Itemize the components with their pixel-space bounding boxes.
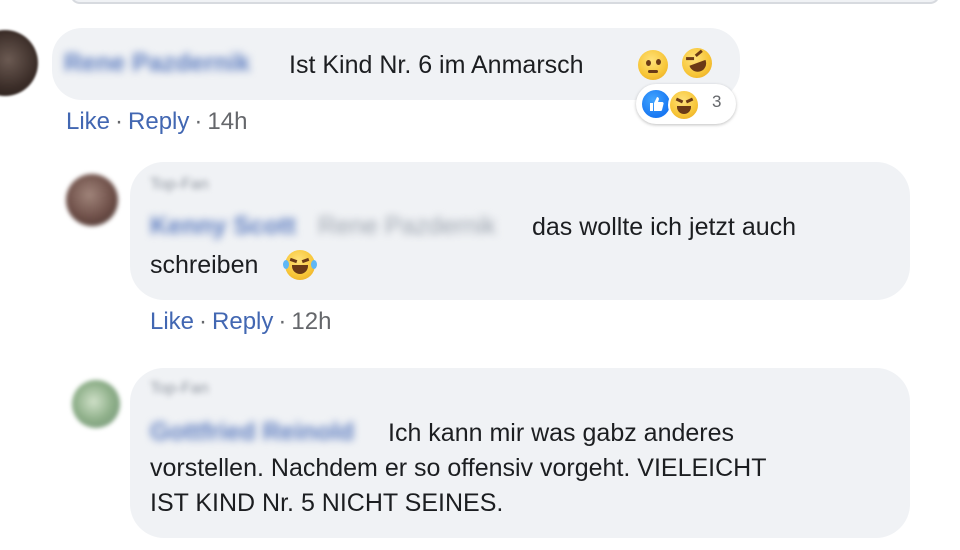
like-link[interactable]: Like xyxy=(66,108,110,135)
laughing-tears-emoji xyxy=(283,250,317,280)
like-link[interactable]: Like xyxy=(150,308,194,335)
commenter-avatar[interactable] xyxy=(0,30,38,96)
timestamp[interactable]: 12h xyxy=(291,308,331,335)
haha-reaction-icon xyxy=(668,89,700,121)
reply-text-line-1: Ich kann mir was gabz anderes xyxy=(388,419,735,447)
separator-dot: · xyxy=(199,308,208,335)
commenter-name-redacted[interactable]: Rene Pazdernik xyxy=(64,49,250,78)
reply-author-redacted[interactable]: Kenny Scott xyxy=(150,212,296,241)
comment-actions: Like · Reply · 14h xyxy=(66,108,247,136)
reaction-count: 3 xyxy=(712,92,722,111)
reply-author-redacted[interactable]: Gottfried Reinold xyxy=(150,418,354,447)
reply-actions: Like · Reply · 12h xyxy=(150,308,331,336)
reply-avatar[interactable] xyxy=(72,380,120,428)
timestamp[interactable]: 14h xyxy=(207,108,247,135)
reply-link[interactable]: Reply xyxy=(212,308,273,335)
reaction-summary[interactable]: 3 xyxy=(636,84,736,124)
separator-dot: · xyxy=(194,108,203,135)
reply-link[interactable]: Reply xyxy=(128,108,189,135)
top-fan-badge: Top-Fan xyxy=(150,176,209,193)
reply-text-line-2: vorstellen. Nachdem er so offensiv vorge… xyxy=(150,454,767,482)
reply-text-line-1: das wollte ich jetzt auch xyxy=(532,213,797,241)
reply-avatar[interactable] xyxy=(66,174,118,226)
previous-comment-edge xyxy=(70,0,940,4)
top-fan-badge: Top-Fan xyxy=(150,380,209,397)
reply-text-line-2: schreiben xyxy=(150,251,259,279)
comment-text: Ist Kind Nr. 6 im Anmarsch xyxy=(289,51,584,79)
reply-mention-redacted[interactable]: Rene Pazdernik xyxy=(318,212,496,241)
separator-dot: · xyxy=(278,308,287,335)
comment-thread: Rene Pazdernik Ist Kind Nr. 6 im Anmarsc… xyxy=(0,0,960,550)
thinking-emoji xyxy=(638,50,668,80)
separator-dot: · xyxy=(115,108,124,135)
reply-text-line-3: IST KIND Nr. 5 NICHT SEINES. xyxy=(150,489,504,517)
